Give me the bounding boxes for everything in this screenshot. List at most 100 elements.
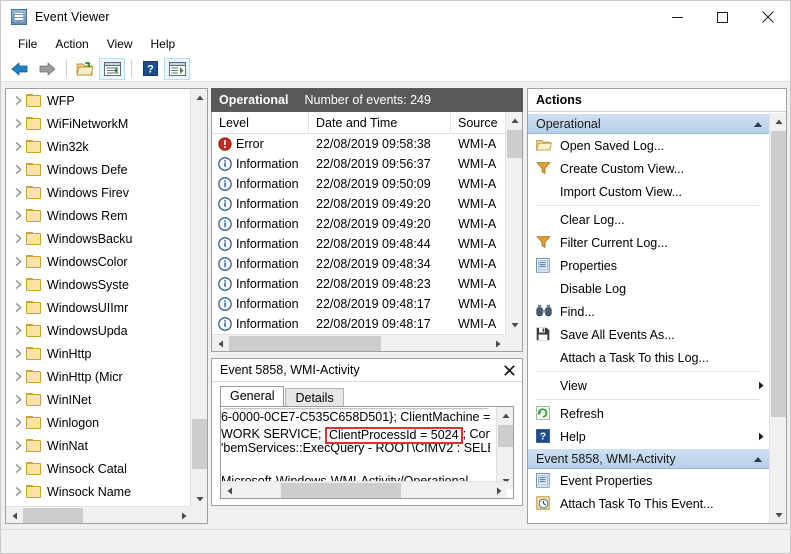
maximize-button[interactable] [700,1,745,33]
tree-horizontal-scrollbar[interactable] [6,506,192,523]
table-row[interactable]: Information 22/08/2019 09:56:37 WMI-A [212,154,506,174]
tree-vertical-scrollbar[interactable] [190,89,207,507]
tree-scroll-left-button[interactable] [6,507,23,523]
tree-item-winsock-name[interactable]: Winsock Name [6,480,192,503]
chevron-right-icon[interactable] [10,231,26,247]
chevron-right-icon[interactable] [10,369,26,385]
action-item-event-properties[interactable]: Event Properties [528,469,769,492]
chevron-right-icon[interactable] [753,381,769,390]
tab-details[interactable]: Details [285,388,344,407]
actions-scroll-up-button[interactable] [770,113,786,130]
action-item-clear-log[interactable]: Clear Log... [528,208,769,231]
table-row[interactable]: Information 22/08/2019 09:49:20 WMI-A [212,194,506,214]
chevron-right-icon[interactable] [10,415,26,431]
tree-item-windows-rem[interactable]: Windows Rem [6,204,192,227]
tree-scroll-down-button[interactable] [191,490,207,507]
table-row[interactable]: Error 22/08/2019 09:58:38 WMI-A [212,134,506,154]
chevron-right-icon[interactable] [10,116,26,132]
details-scroll-right-button[interactable] [490,482,507,498]
show-hide-tree-button[interactable] [99,57,125,80]
tree-item-wifinetworkm[interactable]: WiFiNetworkM [6,112,192,135]
action-item-refresh[interactable]: Refresh [528,402,769,425]
forward-button[interactable] [34,58,60,80]
event-scroll-thumb[interactable] [507,130,522,158]
actions-scroll-thumb[interactable] [771,131,786,417]
table-row[interactable]: Information 22/08/2019 09:48:23 WMI-A [212,274,506,294]
tree-item-windowsupda[interactable]: WindowsUpda [6,319,192,342]
chevron-right-icon[interactable] [10,185,26,201]
action-item-disable-log[interactable]: Disable Log [528,277,769,300]
menu-file[interactable]: File [9,35,46,53]
menu-action[interactable]: Action [46,35,97,53]
table-row[interactable]: Information 22/08/2019 09:48:17 WMI-A [212,314,506,334]
action-item-create-custom-view[interactable]: Create Custom View... [528,157,769,180]
details-hscroll-thumb[interactable] [281,483,401,498]
details-scroll-up-button[interactable] [497,407,513,424]
event-list-horizontal-scrollbar[interactable] [212,334,506,351]
table-row[interactable]: Information 22/08/2019 09:48:34 WMI-A [212,254,506,274]
tab-general[interactable]: General [220,386,285,406]
action-item-filter-current-log[interactable]: Filter Current Log... [528,231,769,254]
tree-item-windows-firev[interactable]: Windows Firev [6,181,192,204]
chevron-right-icon[interactable] [10,162,26,178]
open-button[interactable] [72,58,98,80]
tree-item-wfp[interactable]: WFP [6,89,192,112]
table-row[interactable]: Information 22/08/2019 09:48:44 WMI-A [212,234,506,254]
details-scroll-left-button[interactable] [221,482,238,498]
tree-item-winsock-catal[interactable]: Winsock Catal [6,457,192,480]
column-header-source[interactable]: Source [451,112,506,133]
help-button[interactable]: ? [137,58,163,80]
event-scroll-right-button[interactable] [489,335,506,351]
event-scroll-up-button[interactable] [506,112,522,129]
chevron-right-icon[interactable] [10,93,26,109]
action-item-view[interactable]: View [528,374,769,397]
action-item-open-saved-log[interactable]: Open Saved Log... [528,134,769,157]
details-scroll-thumb[interactable] [498,425,513,447]
tree-item-windowscolor[interactable]: WindowsColor [6,250,192,273]
column-header-level[interactable]: Level [212,112,309,133]
chevron-right-icon[interactable] [10,208,26,224]
column-header-date-and-time[interactable]: Date and Time [309,112,451,133]
table-row[interactable]: Information 22/08/2019 09:49:20 WMI-A [212,214,506,234]
chevron-up-icon[interactable] [753,117,763,131]
tree-scroll-thumb[interactable] [192,419,207,469]
chevron-right-icon[interactable] [753,432,769,441]
tree-item-wininet[interactable]: WinINet [6,388,192,411]
menu-view[interactable]: View [98,35,142,53]
actions-scroll-down-button[interactable] [770,506,786,523]
tree-item-winnat[interactable]: WinNat [6,434,192,457]
action-item-import-custom-view[interactable]: Import Custom View... [528,180,769,203]
event-scroll-down-button[interactable] [506,316,522,333]
menu-help[interactable]: Help [142,35,185,53]
event-list-vertical-scrollbar[interactable] [505,112,522,350]
tree-item-windowsbacku[interactable]: WindowsBacku [6,227,192,250]
event-scroll-left-button[interactable] [212,335,229,351]
action-item-help[interactable]: ? Help [528,425,769,448]
chevron-right-icon[interactable] [10,323,26,339]
table-row[interactable]: Information 22/08/2019 09:48:17 WMI-A [212,294,506,314]
chevron-right-icon[interactable] [10,139,26,155]
tree-hscroll-thumb[interactable] [23,508,83,523]
tree-item-win32k[interactable]: Win32k [6,135,192,158]
chevron-right-icon[interactable] [10,392,26,408]
chevron-right-icon[interactable] [10,254,26,270]
event-hscroll-thumb[interactable] [229,336,381,351]
minimize-button[interactable] [655,1,700,33]
details-vertical-scrollbar[interactable] [496,407,513,489]
actions-group-header[interactable]: Event 5858, WMI-Activity [528,448,769,469]
show-hide-action-pane-button[interactable] [164,57,190,80]
action-item-attach-task-to-this-event[interactable]: Attach Task To This Event... [528,492,769,515]
back-button[interactable] [7,58,33,80]
chevron-right-icon[interactable] [10,461,26,477]
event-rows[interactable]: Error 22/08/2019 09:58:38 WMI-A Information… [212,134,506,335]
actions-list[interactable]: Operational Open Saved Log... Create Custo… [528,113,769,523]
chevron-right-icon[interactable] [10,300,26,316]
action-item-save-all-events-as[interactable]: Save All Events As... [528,323,769,346]
actions-vertical-scrollbar[interactable] [769,113,786,523]
tree-scroll-up-button[interactable] [191,89,207,106]
chevron-right-icon[interactable] [10,484,26,500]
console-tree[interactable]: WFP WiFiNetworkM Win32k Windows Defe Windows… [6,89,192,507]
details-horizontal-scrollbar[interactable] [221,481,507,498]
chevron-up-icon[interactable] [753,452,763,466]
event-list[interactable]: Level Date and Time Source Error 22/08/20… [211,112,523,352]
